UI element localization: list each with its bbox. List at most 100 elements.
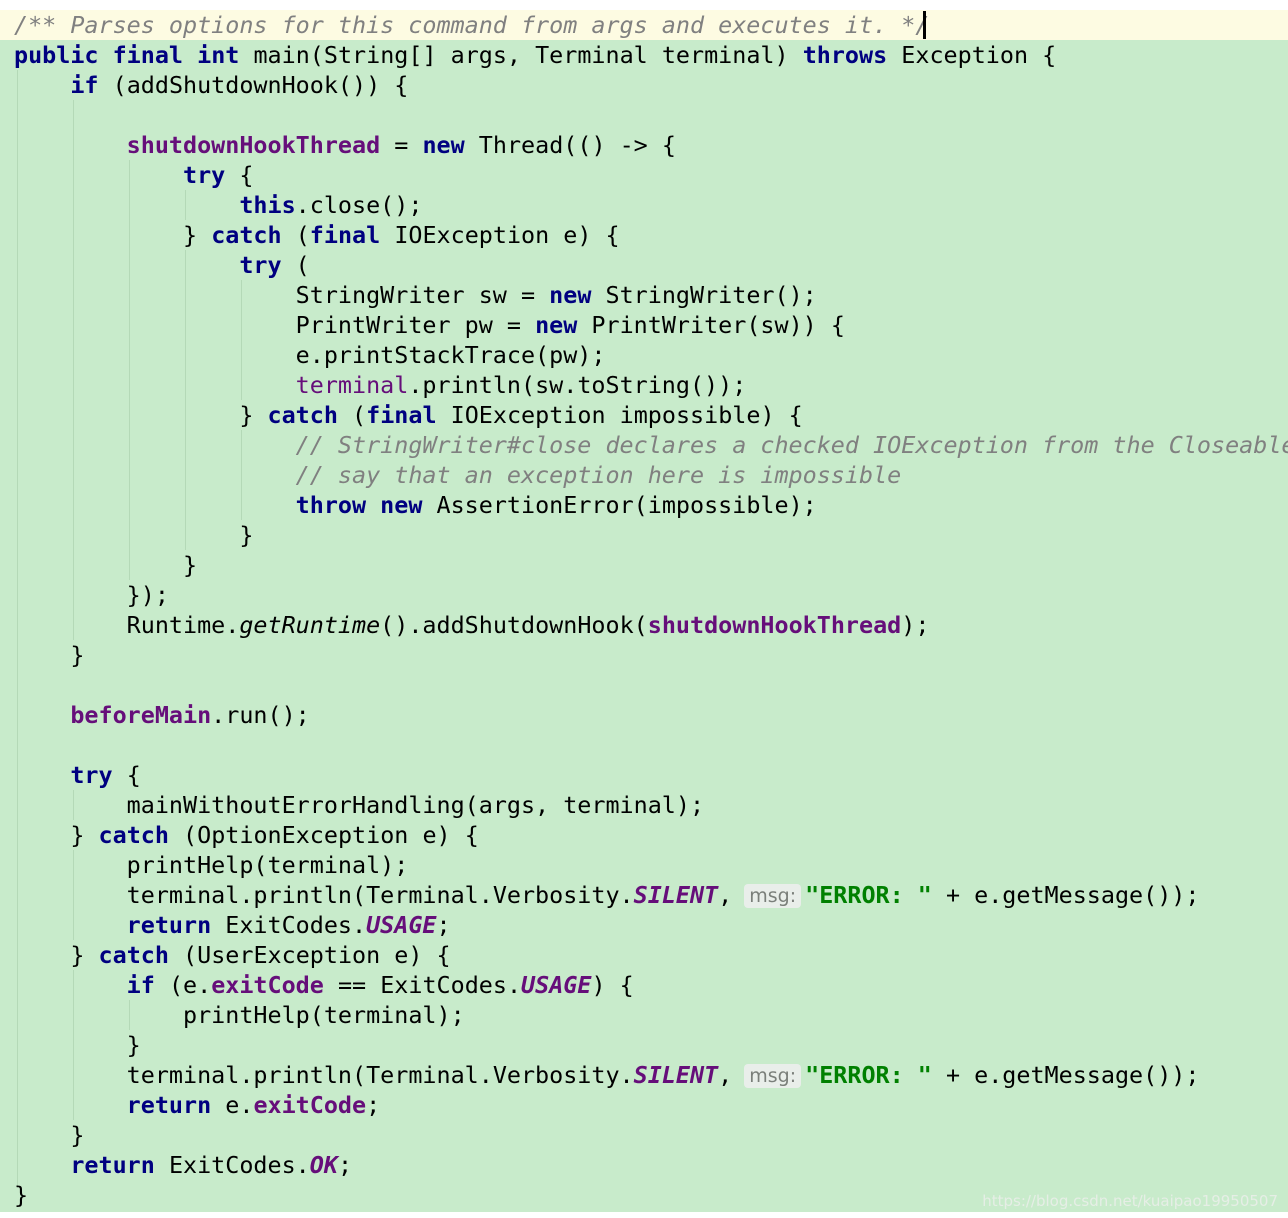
code-line[interactable]: /** Parses options for this command from…	[14, 10, 929, 40]
code-line[interactable]: try {	[14, 160, 253, 190]
code-line[interactable]: StringWriter sw = new StringWriter();	[14, 280, 817, 310]
code-text: }	[183, 551, 198, 579]
code-line[interactable]: throw new AssertionError(impossible);	[14, 490, 817, 520]
keyword: catch	[98, 821, 169, 849]
code-line[interactable]: }	[14, 640, 84, 670]
code-text: Exception {	[901, 41, 1057, 69]
code-text: e.	[225, 1091, 254, 1119]
code-line[interactable]: } catch (final IOException impossible) {	[14, 400, 803, 430]
code-line[interactable]: return ExitCodes.USAGE;	[14, 910, 451, 940]
code-line[interactable]: return ExitCodes.OK;	[14, 1150, 352, 1180]
static-field: USAGE	[521, 971, 592, 999]
code-line[interactable]: printHelp(terminal);	[14, 850, 409, 880]
code-text: ExitCodes.	[168, 1151, 310, 1179]
code-text: == ExitCodes.	[337, 971, 522, 999]
code-line[interactable]: Runtime.getRuntime().addShutdownHook(shu…	[14, 610, 930, 640]
code-text: StringWriter sw =	[295, 281, 536, 309]
code-line[interactable]: } catch (UserException e) {	[14, 940, 450, 970]
code-text: }	[70, 1121, 85, 1149]
line-comment: // StringWriter#close declares a checked…	[295, 431, 1288, 459]
code-line[interactable]: beforeMain.run();	[14, 700, 309, 730]
keyword: try	[239, 251, 282, 279]
code-text: }	[70, 641, 85, 669]
code-text: main(String[] args, Terminal terminal)	[253, 41, 789, 69]
keyword: if	[70, 71, 99, 99]
text-cursor	[923, 11, 926, 39]
keyword: public	[14, 41, 99, 69]
code-line[interactable]: }	[14, 520, 253, 550]
code-line[interactable]: }	[14, 1030, 141, 1060]
code-text: Runtime.	[126, 611, 240, 639]
static-field: SILENT	[633, 1061, 719, 1089]
keyword: this	[239, 191, 296, 219]
code-line[interactable]: if (e.exitCode == ExitCodes.USAGE) {	[14, 970, 634, 1000]
code-line[interactable]: terminal.println(Terminal.Verbosity.SILE…	[14, 880, 1200, 910]
keyword: throw	[295, 491, 367, 519]
code-text: + e.getMessage());	[945, 881, 1200, 909]
string-literal: "ERROR: "	[805, 881, 932, 909]
field-name: shutdownHookThread	[126, 131, 381, 159]
field-name: exitCode	[211, 971, 324, 999]
code-text: }	[239, 401, 254, 429]
code-text: terminal.println(Terminal.Verbosity.	[126, 1061, 634, 1089]
keyword: final	[309, 221, 381, 249]
code-text: + e.getMessage());	[945, 1061, 1200, 1089]
keyword: int	[197, 41, 240, 69]
code-text: {	[239, 161, 254, 189]
keyword: new	[422, 131, 465, 159]
code-text: });	[126, 581, 169, 609]
code-line[interactable]: e.printStackTrace(pw);	[14, 340, 606, 370]
code-line[interactable]: } catch (final IOException e) {	[14, 220, 620, 250]
code-line[interactable]: mainWithoutErrorHandling(args, terminal)…	[14, 790, 704, 820]
keyword: final	[366, 401, 437, 429]
code-text: ;	[436, 911, 451, 939]
code-line[interactable]: }	[14, 1180, 28, 1210]
code-line[interactable]: PrintWriter pw = new PrintWriter(sw)) {	[14, 310, 845, 340]
code-line[interactable]: }	[14, 550, 197, 580]
code-line[interactable]: shutdownHookThread = new Thread(() -> {	[14, 130, 676, 160]
code-line[interactable]: // StringWriter#close declares a checked…	[14, 430, 1288, 460]
keyword: catch	[211, 221, 282, 249]
line-comment: // say that an exception here is impossi…	[295, 461, 902, 489]
code-text: (	[295, 251, 310, 279]
string-literal: "ERROR: "	[805, 1061, 932, 1089]
code-text: }	[239, 521, 254, 549]
code-text: (	[352, 401, 367, 429]
field-name: beforeMain	[70, 701, 212, 729]
code-text: .println(sw.toString());	[408, 371, 747, 399]
code-line[interactable]: // say that an exception here is impossi…	[14, 460, 902, 490]
parameter-name: terminal	[295, 371, 409, 399]
code-text: {	[126, 761, 141, 789]
watermark: https://blog.csdn.net/kuaipao19950507	[982, 1192, 1278, 1210]
keyword: return	[126, 911, 212, 939]
field-name: shutdownHookThread	[647, 611, 902, 639]
code-line[interactable]: });	[14, 580, 169, 610]
code-text: .close();	[295, 191, 423, 219]
code-line[interactable]: } catch (OptionException e) {	[14, 820, 478, 850]
code-line[interactable]: public final int main(String[] args, Ter…	[14, 40, 1056, 70]
code-text: IOException impossible) {	[450, 401, 803, 429]
code-line[interactable]: if (addShutdownHook()) {	[14, 70, 408, 100]
code-text: =	[394, 131, 409, 159]
code-text: ExitCodes.	[225, 911, 367, 939]
code-line[interactable]: try (	[14, 250, 310, 280]
code-text: ;	[366, 1091, 381, 1119]
code-text: ;	[337, 1151, 353, 1179]
code-line[interactable]: return e.exitCode;	[14, 1090, 381, 1120]
parameter-hint: msg:	[744, 1064, 802, 1088]
code-text: );	[901, 611, 930, 639]
code-text: AssertionError(impossible);	[436, 491, 817, 519]
code-text: ,	[718, 1061, 733, 1089]
code-line[interactable]: terminal.println(Terminal.Verbosity.SILE…	[14, 1060, 1200, 1090]
code-text: ) {	[591, 971, 634, 999]
code-line[interactable]: this.close();	[14, 190, 422, 220]
keyword: catch	[267, 401, 338, 429]
code-line[interactable]: terminal.println(sw.toString());	[14, 370, 747, 400]
keyword: if	[126, 971, 155, 999]
code-line[interactable]: }	[14, 1120, 84, 1150]
code-text: ().addShutdownHook(	[380, 611, 648, 639]
code-line[interactable]: printHelp(terminal);	[14, 1000, 465, 1030]
keyword: new	[535, 311, 578, 339]
code-line[interactable]: try {	[14, 760, 141, 790]
field-name: exitCode	[253, 1091, 367, 1119]
